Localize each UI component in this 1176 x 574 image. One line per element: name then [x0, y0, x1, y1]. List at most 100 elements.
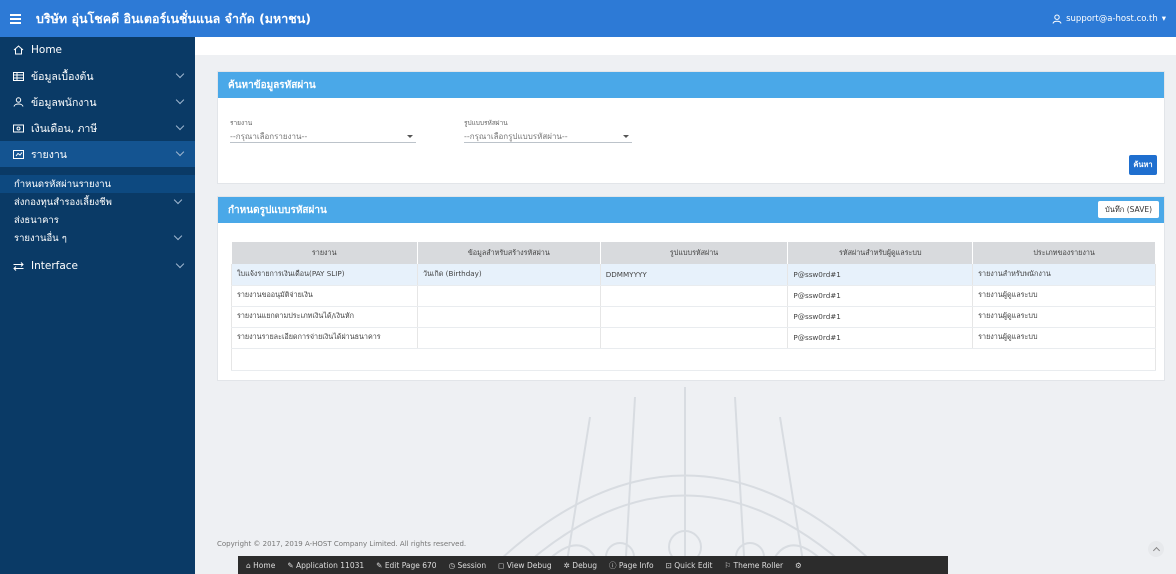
user-menu[interactable]: support@a-host.co.th ▾ — [1052, 14, 1166, 24]
hamburger-menu-icon[interactable] — [10, 11, 26, 27]
devbar-session[interactable]: ◷ Session — [449, 561, 487, 570]
report-field: รายงาน --กรุณาเลือกรายงาน-- — [230, 118, 416, 143]
breadcrumb-bar — [195, 37, 1176, 55]
devbar-label: Debug — [572, 560, 597, 570]
table-icon — [12, 71, 24, 81]
money-icon — [12, 124, 24, 133]
table-cell: รายงานผู้ดูแลระบบ — [972, 327, 1156, 349]
user-icon — [12, 97, 24, 107]
table-cell — [417, 306, 601, 328]
table-cell — [600, 285, 789, 307]
devbar-label: Session — [457, 560, 487, 570]
devbar-debug[interactable]: ✲ Debug — [564, 561, 597, 570]
devbar-label: Application 11031 — [295, 560, 365, 570]
devbar-edit-page[interactable]: ✎ Edit Page 670 — [376, 561, 436, 570]
column-header[interactable]: รูปแบบรหัสผ่าน — [600, 242, 789, 264]
main-content: ค้นหาข้อมูลรหัสผ่าน รายงาน --กรุณาเลือกร… — [195, 37, 1176, 574]
home-icon — [12, 45, 24, 55]
table-cell — [417, 285, 601, 307]
chevron-down-icon — [175, 259, 185, 269]
table-cell: P@ssw0rd#1 — [787, 327, 974, 349]
chevron-down-icon — [173, 195, 183, 205]
save-button[interactable]: บันทึก (SAVE) — [1097, 201, 1159, 218]
app-title: บริษัท อุ่นโชคดี อินเตอร์เนชั่นแนล จำกัด… — [36, 10, 312, 26]
column-header[interactable]: รหัสผ่านสำหรับผู้ดูแลระบบ — [787, 242, 974, 264]
devbar-label: View Debug — [506, 560, 552, 570]
table-cell: รายงานรายละเอียดการจ่ายเงินได้ผ่านธนาคาร — [231, 327, 418, 349]
table-row[interactable]: รายงานแยกตามประเภทเงินได้/เงินหัก P@ssw0… — [231, 306, 1156, 328]
table-row[interactable]: รายงานรายละเอียดการจ่ายเงินได้ผ่านธนาคาร… — [231, 327, 1156, 349]
table-cell: รายงานผู้ดูแลระบบ — [972, 306, 1156, 328]
table-cell: DDMMYYYY — [600, 264, 789, 286]
devbar-label: Theme Roller — [733, 560, 784, 570]
sidebar-subitem-bank[interactable]: ส่งธนาคาร — [0, 211, 195, 229]
devbar-view-debug[interactable]: ◻ View Debug — [498, 561, 551, 570]
table-cell: P@ssw0rd#1 — [787, 285, 974, 307]
devbar-quick-edit[interactable]: ⊡ Quick Edit — [666, 561, 713, 570]
sidebar-item-label: ข้อมูลพนักงาน — [31, 96, 97, 109]
chevron-down-icon — [175, 69, 185, 79]
password-format-select[interactable]: --กรุณาเลือกรูปแบบรหัสผ่าน-- — [464, 130, 632, 143]
sidebar-item-interface[interactable]: Interface — [0, 253, 195, 279]
search-panel-title: ค้นหาข้อมูลรหัสผ่าน — [218, 72, 1164, 98]
table-cell — [600, 306, 789, 328]
scroll-to-top-button[interactable] — [1148, 541, 1164, 557]
developer-toolbar: ⌂ Home ✎ Application 11031 ✎ Edit Page 6… — [238, 556, 948, 574]
report-label: รายงาน — [230, 119, 253, 127]
chevron-down-icon — [175, 95, 185, 105]
user-email: support@a-host.co.th — [1066, 13, 1158, 24]
table-cell: รายงานผู้ดูแลระบบ — [972, 285, 1156, 307]
sidebar-item-report[interactable]: รายงาน — [0, 141, 195, 167]
sidebar-item-salary[interactable]: เงินเดือน, ภาษี — [0, 115, 195, 141]
column-header[interactable]: ประเภทของรายงาน — [972, 242, 1156, 264]
report-select[interactable]: --กรุณาเลือกรายงาน-- — [230, 130, 416, 143]
devbar-application[interactable]: ✎ Application 11031 — [287, 561, 364, 570]
copyright-text: Copyright © 2017, 2019 A-HOST Company Li… — [217, 540, 467, 548]
chevron-up-icon — [175, 147, 185, 157]
table-cell: P@ssw0rd#1 — [787, 306, 974, 328]
sidebar: Home ข้อมูลเบื้องต้น ข้อมูลพนักงาน เงินเ… — [0, 37, 195, 574]
devbar-label: Edit Page 670 — [384, 560, 437, 570]
gear-icon[interactable]: ⚙ — [795, 561, 802, 570]
table-cell: วันเกิด (Birthday) — [417, 264, 601, 286]
table-row[interactable]: รายงานขออนุมัติจ่ายเงิน P@ssw0rd#1 รายงา… — [231, 285, 1156, 307]
table-cell: รายงานขออนุมัติจ่ายเงิน — [231, 285, 418, 307]
swap-icon — [12, 261, 24, 271]
sidebar-subitem-label: ส่งธนาคาร — [14, 214, 59, 226]
table-row[interactable]: ใบแจ้งรายการเงินเดือน(PAY SLIP) วันเกิด … — [231, 264, 1156, 286]
table-cell — [231, 348, 1156, 371]
caret-down-icon: ▾ — [1161, 13, 1166, 24]
sidebar-item-basic-data[interactable]: ข้อมูลเบื้องต้น — [0, 63, 195, 89]
column-header[interactable]: ข้อมูลสำหรับสร้างรหัสผ่าน — [417, 242, 601, 264]
sidebar-item-home[interactable]: Home — [0, 37, 195, 63]
sidebar-item-label: ข้อมูลเบื้องต้น — [31, 70, 94, 83]
sidebar-subitem-label: รายงานอื่น ๆ — [14, 232, 67, 244]
sidebar-subitem-label: กำหนดรหัสผ่านรายงาน — [14, 178, 112, 190]
table-empty-row — [231, 348, 1156, 371]
sidebar-subitem-provident-fund[interactable]: ส่งกองทุนสำรองเลี้ยงชีพ — [0, 193, 195, 211]
password-format-label: รูปแบบรหัสผ่าน — [464, 119, 508, 127]
top-bar: บริษัท อุ่นโชคดี อินเตอร์เนชั่นแนล จำกัด… — [0, 0, 1176, 37]
sidebar-item-label: Home — [31, 44, 63, 56]
password-format-field: รูปแบบรหัสผ่าน --กรุณาเลือกรูปแบบรหัสผ่า… — [464, 118, 632, 143]
password-config-table: รายงาน ข้อมูลสำหรับสร้างรหัสผ่าน รูปแบบร… — [231, 242, 1156, 371]
sidebar-subitem-other-reports[interactable]: รายงานอื่น ๆ — [0, 229, 195, 247]
table-cell: รายงานแยกตามประเภทเงินได้/เงินหัก — [231, 306, 418, 328]
chevron-up-icon — [1152, 546, 1160, 555]
user-icon — [1052, 14, 1062, 24]
column-header[interactable]: รายงาน — [231, 242, 418, 264]
devbar-page-info[interactable]: ⓘ Page Info — [609, 560, 654, 571]
sidebar-item-label: Interface — [31, 260, 79, 272]
table-cell — [600, 327, 789, 349]
devbar-label: Home — [253, 560, 276, 570]
sidebar-item-employee[interactable]: ข้อมูลพนักงาน — [0, 89, 195, 115]
devbar-label: Quick Edit — [674, 560, 713, 570]
table-cell: ใบแจ้งรายการเงินเดือน(PAY SLIP) — [231, 264, 418, 286]
search-panel: ค้นหาข้อมูลรหัสผ่าน รายงาน --กรุณาเลือกร… — [217, 71, 1165, 184]
config-panel-title: กำหนดรูปแบบรหัสผ่าน — [218, 197, 1164, 223]
search-button[interactable]: ค้นหา — [1129, 155, 1157, 175]
devbar-theme-roller[interactable]: ⚐ Theme Roller — [724, 561, 783, 570]
report-icon — [12, 149, 24, 159]
devbar-home[interactable]: ⌂ Home — [246, 561, 275, 570]
sidebar-subitem-report-password[interactable]: กำหนดรหัสผ่านรายงาน — [0, 175, 195, 193]
